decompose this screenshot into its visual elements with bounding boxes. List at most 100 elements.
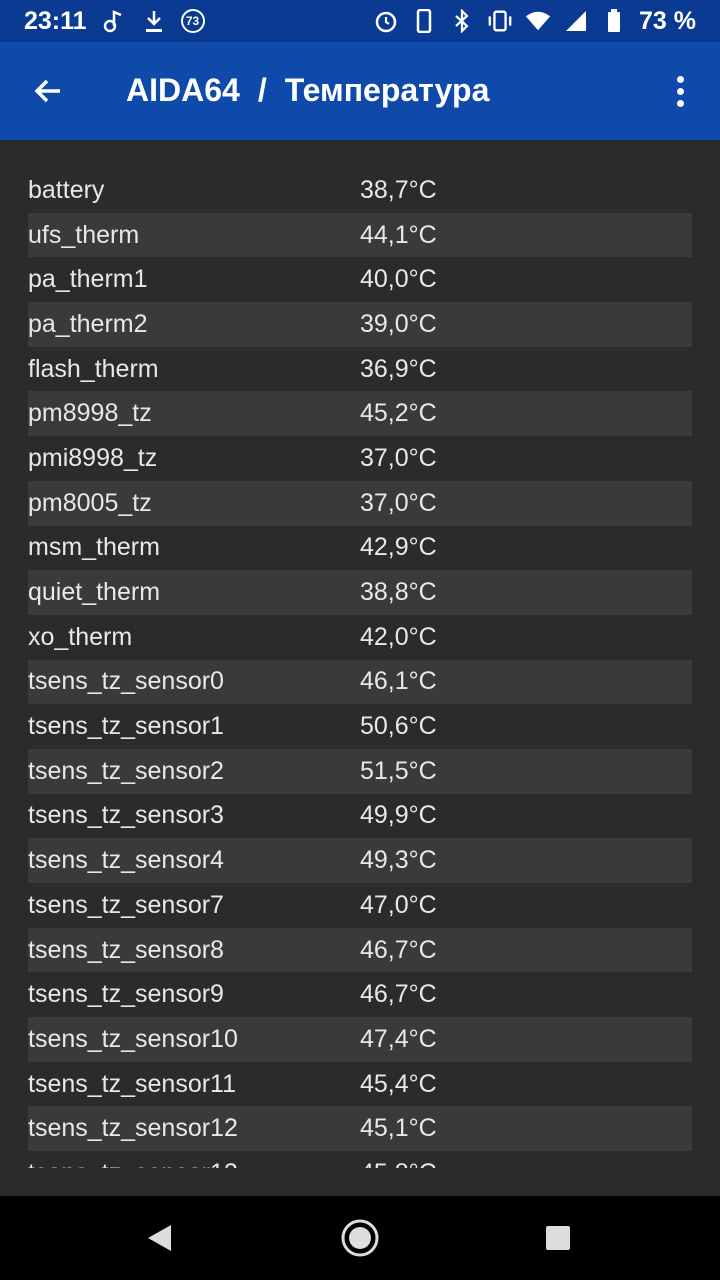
sensor-row: tsens_tz_sensor8 46,7°C	[28, 927, 692, 973]
sensor-value: 49,3°C	[360, 846, 437, 875]
sensor-row: tsens_tz_sensor9 46,7°C	[28, 972, 692, 1017]
sensor-name: tsens_tz_sensor7	[28, 890, 224, 919]
arrow-left-icon	[34, 79, 60, 103]
sensor-row: pm8998_tz 45,2°C	[28, 391, 692, 437]
sensor-value: 40,0°C	[360, 265, 437, 294]
sensor-value: 42,0°C	[360, 622, 437, 651]
sensor-name: flash_therm	[28, 354, 159, 383]
nav-back-button[interactable]	[136, 1213, 186, 1263]
sensor-name: tsens_tz_sensor9	[28, 980, 224, 1009]
sensor-row: tsens_tz_sensor0 46,1°C	[28, 659, 692, 705]
sensor-name: tsens_tz_sensor0	[28, 667, 224, 696]
sensor-name: quiet_therm	[28, 578, 161, 607]
sensor-name: tsens_tz_sensor12	[28, 1114, 238, 1143]
sensor-row: tsens_tz_sensor2 51,5°C	[28, 748, 692, 794]
sensor-value: 45,2°C	[360, 399, 437, 428]
sensor-value: 36,9°C	[360, 354, 437, 383]
sensor-name: battery	[28, 175, 105, 204]
sensor-value: 45,4°C	[360, 1069, 437, 1098]
sensor-value: 44,1°C	[360, 220, 437, 249]
nav-home-button[interactable]	[335, 1213, 385, 1263]
sensor-name: pmi8998_tz	[28, 443, 158, 472]
sensor-row: msm_therm 42,9°C	[28, 526, 692, 571]
title-separator: /	[257, 72, 267, 108]
sensor-name: tsens_tz_sensor13	[28, 1159, 360, 1168]
overflow-menu-button[interactable]	[662, 71, 698, 111]
sensor-value: 37,0°C	[360, 443, 437, 472]
sensor-row: tsens_tz_sensor1345,8°C	[28, 1151, 692, 1168]
sensor-name: ufs_therm	[28, 220, 140, 249]
page-title: AIDA64 / Температура	[126, 72, 489, 109]
sensor-name: pa_therm1	[28, 265, 148, 294]
bluetooth-icon	[449, 8, 475, 34]
sensor-row: pa_therm1 40,0°C	[28, 257, 692, 302]
sensor-name: pm8005_tz	[28, 488, 152, 517]
sensor-row: pm8005_tz 37,0°C	[28, 480, 692, 526]
sensor-name: tsens_tz_sensor2	[28, 756, 224, 785]
sensor-row: ufs_therm 44,1°C	[28, 212, 692, 258]
vibrate-icon	[487, 8, 513, 34]
sensor-row: battery 38,7°C	[28, 168, 692, 213]
sensor-value: 45,8°C	[360, 1159, 437, 1168]
signal-icon	[563, 8, 589, 34]
sensor-name: tsens_tz_sensor8	[28, 935, 224, 964]
sensor-value: 51,5°C	[360, 756, 437, 785]
sensor-row: tsens_tz_sensor11 45,4°C	[28, 1062, 692, 1107]
phone-icon	[411, 8, 437, 34]
download-icon	[141, 8, 167, 34]
sensor-name: tsens_tz_sensor11	[28, 1069, 236, 1098]
sensor-row: tsens_tz_sensor10 47,4°C	[28, 1017, 692, 1062]
sensor-name: tsens_tz_sensor3	[28, 801, 224, 830]
music-note-icon	[101, 8, 127, 34]
sensor-value: 42,9°C	[360, 533, 437, 562]
sensor-row: tsens_tz_sensor7 47,0°C	[28, 883, 692, 928]
app-name: AIDA64	[126, 72, 240, 108]
sensor-row: pa_therm2 39,0°C	[28, 302, 692, 347]
sensor-name: tsens_tz_sensor10	[28, 1024, 238, 1053]
sensor-row: tsens_tz_sensor3 49,9°C	[28, 794, 692, 839]
sensor-list-container[interactable]: battery 38,7°C ufs_therm 44,1°C pa_therm1 40,…	[0, 140, 720, 1196]
sensor-value: 46,1°C	[360, 667, 437, 696]
sensor-row: pmi8998_tz 37,0°C	[28, 436, 692, 481]
status-time: 23:11	[24, 6, 87, 35]
sensor-list: battery 38,7°C ufs_therm 44,1°C pa_therm1 40,…	[28, 168, 692, 1168]
triangle-back-icon	[148, 1225, 171, 1251]
sensor-value: 49,9°C	[360, 801, 437, 830]
app-bar: AIDA64 / Температура	[0, 42, 720, 140]
sensor-row: xo_therm 42,0°C	[28, 615, 692, 660]
badge-icon: 73	[180, 9, 205, 33]
sensor-value: 38,7°C	[360, 175, 437, 204]
alarm-icon	[373, 8, 399, 34]
sensor-row: tsens_tz_sensor12 45,1°C	[28, 1106, 692, 1152]
sensor-name: xo_therm	[28, 622, 133, 651]
nav-recents-button[interactable]	[533, 1213, 583, 1263]
back-button[interactable]	[28, 71, 68, 111]
navigation-bar	[0, 1196, 720, 1280]
sensor-value: 39,0°C	[360, 309, 437, 338]
sensor-row: flash_therm 36,9°C	[28, 347, 692, 392]
circle-home-icon	[341, 1219, 379, 1257]
sensor-value: 38,8°C	[360, 578, 437, 607]
section-title: Температура	[284, 72, 490, 108]
sensor-value: 47,4°C	[360, 1024, 437, 1053]
sensor-value: 46,7°C	[360, 935, 437, 964]
battery-icon	[601, 8, 627, 34]
battery-percent: 73 %	[639, 6, 696, 35]
sensor-row: quiet_therm 38,8°C	[28, 570, 692, 615]
sensor-name: tsens_tz_sensor4	[28, 846, 224, 875]
sensor-value: 47,0°C	[360, 890, 437, 919]
more-vert-icon	[676, 75, 684, 83]
sensor-row: tsens_tz_sensor1 50,6°C	[28, 704, 692, 749]
sensor-name: msm_therm	[28, 533, 160, 562]
sensor-name: tsens_tz_sensor1	[28, 712, 224, 741]
sensor-value: 50,6°C	[360, 712, 437, 741]
sensor-value: 37,0°C	[360, 488, 437, 517]
square-recents-icon	[546, 1226, 570, 1250]
sensor-name: pm8998_tz	[28, 399, 152, 428]
sensor-value: 45,1°C	[360, 1114, 437, 1143]
status-bar: 23:11 73 73 %	[0, 0, 720, 42]
sensor-value: 46,7°C	[360, 980, 437, 1009]
sensor-name: pa_therm2	[28, 309, 148, 338]
wifi-icon	[525, 8, 551, 34]
sensor-row: tsens_tz_sensor4 49,3°C	[28, 838, 692, 883]
